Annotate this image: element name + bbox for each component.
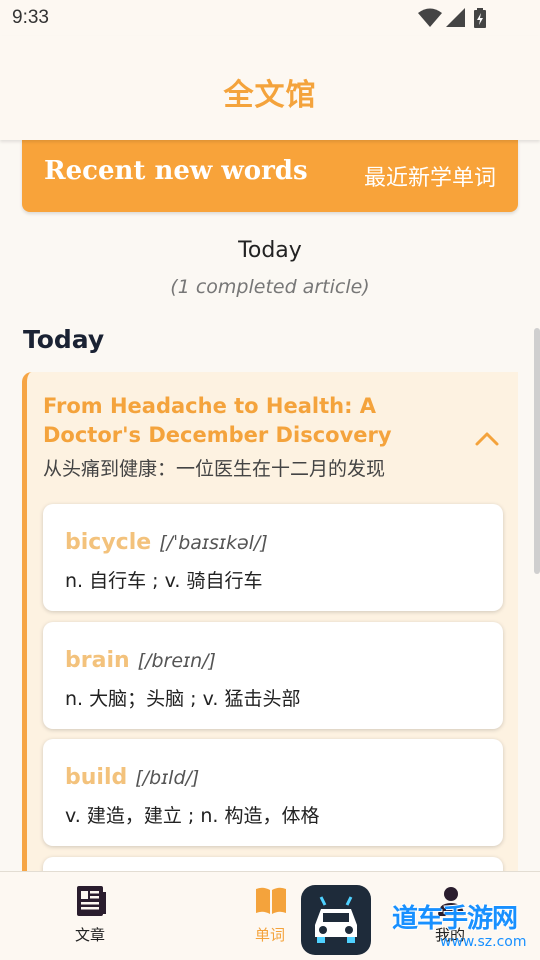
word-term: build	[65, 765, 128, 790]
word-card[interactable]: bicycle [/ˈbaɪsɪkəl/] n. 自行车 ; v. 骑自行车	[43, 504, 503, 611]
page-title: 全文馆	[223, 78, 317, 113]
word-term: brain	[65, 648, 130, 673]
completed-article-count: (1 completed article)	[170, 276, 370, 298]
word-card[interactable]: brain [/breɪn/] n. 大脑；头脑 ; v. 猛击头部	[43, 622, 503, 729]
signal-icon	[446, 8, 465, 27]
recent-words-banner: Recent new words 最近新学单词	[22, 140, 518, 212]
word-phonetic: [/ˈbaɪsɪkəl/]	[159, 532, 268, 554]
book-icon	[256, 887, 286, 914]
word-definition: n. 大脑；头脑 ; v. 猛击头部	[65, 688, 301, 710]
wifi-icon	[418, 8, 442, 27]
summary-date: Today	[238, 238, 302, 263]
nav-label: 文章	[74, 926, 105, 944]
banner-subtitle: 最近新学单词	[363, 166, 496, 191]
app-logo-overlay	[301, 885, 371, 955]
word-phonetic: [/breɪn/]	[137, 650, 216, 672]
app-bar: 全文馆	[0, 36, 540, 140]
word-term: bicycle	[65, 530, 152, 555]
word-card[interactable]: build [/bɪld/] v. 建造，建立 ; n. 构造，体格	[43, 739, 503, 846]
article-title[interactable]: From Headache to Health: A Doctor's Dece…	[43, 392, 453, 450]
article-subtitle: 从头痛到健康：一位医生在十二月的发现	[43, 458, 386, 480]
scrollbar[interactable]	[534, 328, 540, 574]
watermark-text: 道车手游网	[392, 904, 518, 934]
chevron-up-icon	[475, 432, 499, 446]
battery-icon	[474, 8, 486, 28]
status-bar: 9:33	[0, 0, 540, 36]
car-icon	[315, 896, 357, 943]
status-time: 9:33	[12, 7, 49, 28]
main-content[interactable]: Recent new words 最近新学单词 Today (1 complet…	[0, 140, 540, 871]
nav-item-articles[interactable]: 文章	[45, 872, 135, 960]
collapse-button[interactable]	[470, 426, 504, 452]
article-icon	[77, 886, 106, 916]
section-heading: Today	[23, 325, 105, 354]
banner-title: Recent new words	[44, 156, 308, 186]
word-definition: n. 自行车 ; v. 骑自行车	[65, 570, 263, 592]
word-card[interactable]	[43, 857, 503, 871]
watermark-url: www.sz.com	[440, 934, 527, 950]
word-phonetic: [/bɪld/]	[135, 767, 200, 789]
word-definition: v. 建造，建立 ; n. 构造，体格	[65, 805, 320, 827]
article-card[interactable]: From Headache to Health: A Doctor's Dece…	[22, 372, 518, 871]
